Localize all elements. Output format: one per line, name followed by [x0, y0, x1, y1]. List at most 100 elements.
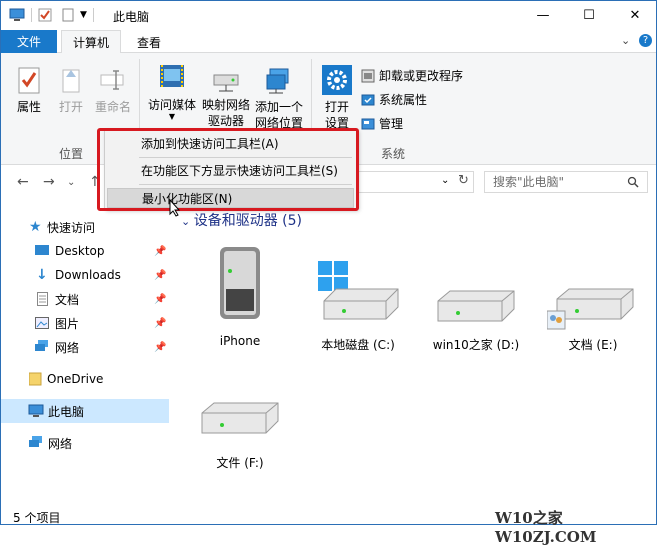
nav-onedrive[interactable]: OneDrive — [1, 367, 169, 391]
drive-label: win10之家 (D:) — [432, 338, 520, 352]
drive-f[interactable]: 文件 (F:) — [193, 401, 287, 471]
location-group-label: 位置 — [59, 147, 84, 161]
nav-network-quick[interactable]: 网络 📌 — [1, 335, 169, 359]
new-folder-icon[interactable] — [62, 8, 74, 22]
search-input[interactable]: 搜索"此电脑" — [484, 171, 648, 193]
devices-section-label: 设备和驱动器 (5) — [193, 213, 302, 229]
drive-label: 本地磁盘 (C:) — [321, 338, 395, 352]
hard-drive-icon — [201, 402, 279, 434]
desktop-icon — [35, 245, 49, 255]
open-label: 打开 — [58, 100, 83, 114]
properties-button[interactable]: 属性 — [11, 65, 47, 115]
devices-section-title[interactable]: ⌄ 设备和驱动器 (5) — [181, 210, 302, 230]
media-dropdown-icon: ▼ — [168, 112, 176, 121]
nav-quick-access[interactable]: ★ 快速访问 — [1, 215, 169, 239]
search-icon[interactable] — [627, 176, 639, 188]
recent-dropdown-icon[interactable]: ⌄ — [67, 177, 75, 188]
nav-network-quick-label: 网络 — [55, 340, 80, 355]
rename-icon — [100, 70, 124, 90]
status-item-count: 5 个项目 — [13, 511, 61, 525]
drive-iphone[interactable]: iPhone — [201, 243, 279, 348]
drive-label: 文件 (F:) — [216, 456, 264, 470]
system-drive-icon — [318, 261, 399, 320]
rename-button[interactable]: 重命名 — [93, 65, 133, 115]
refresh-icon[interactable]: ↻ — [458, 173, 469, 188]
nav-onedrive-label: OneDrive — [47, 372, 104, 386]
drive-label: iPhone — [219, 334, 261, 348]
uninstall-program-button[interactable]: 卸载或更改程序 — [361, 67, 463, 84]
nav-quick-access-label: 快速访问 — [47, 220, 96, 235]
manage-label: 管理 — [379, 117, 404, 131]
watermark: W10之家 W10ZJ.COM — [495, 509, 597, 546]
address-dropdown-icon[interactable]: ⌄ — [441, 175, 449, 186]
help-icon[interactable]: ? — [639, 34, 652, 47]
iphone-device-icon — [220, 247, 260, 319]
address-bar[interactable]: ⌄ ↻ — [356, 171, 474, 193]
open-settings-label-1: 打开 — [324, 100, 349, 114]
nav-network-label: 网络 — [48, 436, 73, 451]
nav-documents[interactable]: 文档 📌 — [1, 287, 169, 311]
highlight-annotation-box — [97, 128, 359, 211]
tab-computer[interactable]: 计算机 — [61, 30, 121, 54]
ribbon-tabs: 文件 计算机 查看 ⌄ ? — [1, 30, 656, 54]
mouse-cursor-icon — [169, 199, 181, 217]
nav-desktop-label: Desktop — [55, 244, 105, 258]
computer-icon[interactable] — [9, 8, 25, 22]
minimize-button[interactable]: — — [520, 1, 566, 30]
open-settings-button[interactable]: 打开 设置 — [319, 65, 355, 131]
qa-dropdown-icon[interactable]: ▼ — [80, 10, 87, 20]
drive-d[interactable]: win10之家 (D:) — [429, 289, 523, 353]
rename-label: 重命名 — [94, 100, 131, 114]
folder-icon — [29, 372, 42, 386]
nav-desktop[interactable]: Desktop 📌 — [1, 239, 169, 263]
search-placeholder: 搜索"此电脑" — [493, 175, 565, 189]
quick-access-toolbar: ▼ — [9, 7, 94, 23]
manage-button[interactable]: 管理 — [361, 115, 403, 132]
nav-this-pc-label: 此电脑 — [48, 404, 85, 419]
maximize-button[interactable]: ☐ — [566, 1, 612, 30]
nav-this-pc[interactable]: 此电脑 — [1, 399, 169, 423]
document-icon — [37, 292, 48, 306]
pin-icon[interactable]: 📌 — [154, 342, 166, 353]
uninstall-label: 卸载或更改程序 — [379, 69, 464, 83]
forward-arrow-icon[interactable]: → — [43, 174, 55, 190]
map-drive-label-1: 映射网络 — [201, 98, 250, 112]
pin-icon[interactable]: 📌 — [154, 318, 166, 329]
add-network-location-button[interactable]: 添加一个 网络位置 — [253, 67, 305, 131]
nav-downloads[interactable]: ↓ Downloads 📌 — [1, 263, 169, 287]
properties-check-icon[interactable] — [38, 8, 52, 22]
collapse-chevron-icon[interactable]: ⌄ — [181, 215, 194, 228]
properties-label: 属性 — [16, 100, 41, 114]
network-icon — [29, 436, 42, 447]
map-drive-label-2: 驱动器 — [207, 114, 244, 128]
nav-pictures-label: 图片 — [55, 316, 80, 331]
tab-view[interactable]: 查看 — [125, 30, 173, 54]
map-drive-button[interactable]: 映射网络 驱动器 — [201, 69, 251, 129]
back-arrow-icon[interactable]: ← — [17, 174, 29, 190]
tab-file[interactable]: 文件 — [1, 30, 57, 53]
title-bar: ▼ 此电脑 — ☐ ✕ — [1, 1, 656, 30]
nav-pictures[interactable]: 图片 📌 — [1, 311, 169, 335]
hard-drive-icon — [437, 290, 515, 322]
drive-c[interactable]: 本地磁盘 (C:) — [311, 259, 405, 353]
uninstall-icon — [361, 69, 375, 82]
nav-network[interactable]: 网络 — [1, 431, 169, 455]
close-button[interactable]: ✕ — [612, 1, 657, 30]
network-drive-icon — [213, 74, 239, 92]
manage-icon — [361, 118, 375, 129]
open-button[interactable]: 打开 — [55, 65, 87, 115]
drive-e[interactable]: 文档 (E:) — [545, 281, 641, 353]
network-location-icon — [266, 68, 289, 94]
pin-icon[interactable]: 📌 — [154, 270, 166, 281]
pin-icon[interactable]: 📌 — [154, 294, 166, 305]
settings-gear-icon — [322, 65, 352, 95]
pin-icon[interactable]: 📌 — [154, 246, 166, 257]
open-icon — [62, 69, 80, 93]
star-icon: ★ — [29, 219, 42, 235]
properties-icon — [18, 67, 40, 94]
ribbon-expand-icon[interactable]: ⌄ — [621, 34, 630, 47]
drive-label: 文档 (E:) — [568, 338, 618, 352]
access-media-button[interactable]: 访问媒体 ▼ — [146, 61, 198, 121]
system-properties-button[interactable]: 系统属性 — [361, 91, 427, 108]
window-title: 此电脑 — [113, 10, 150, 24]
